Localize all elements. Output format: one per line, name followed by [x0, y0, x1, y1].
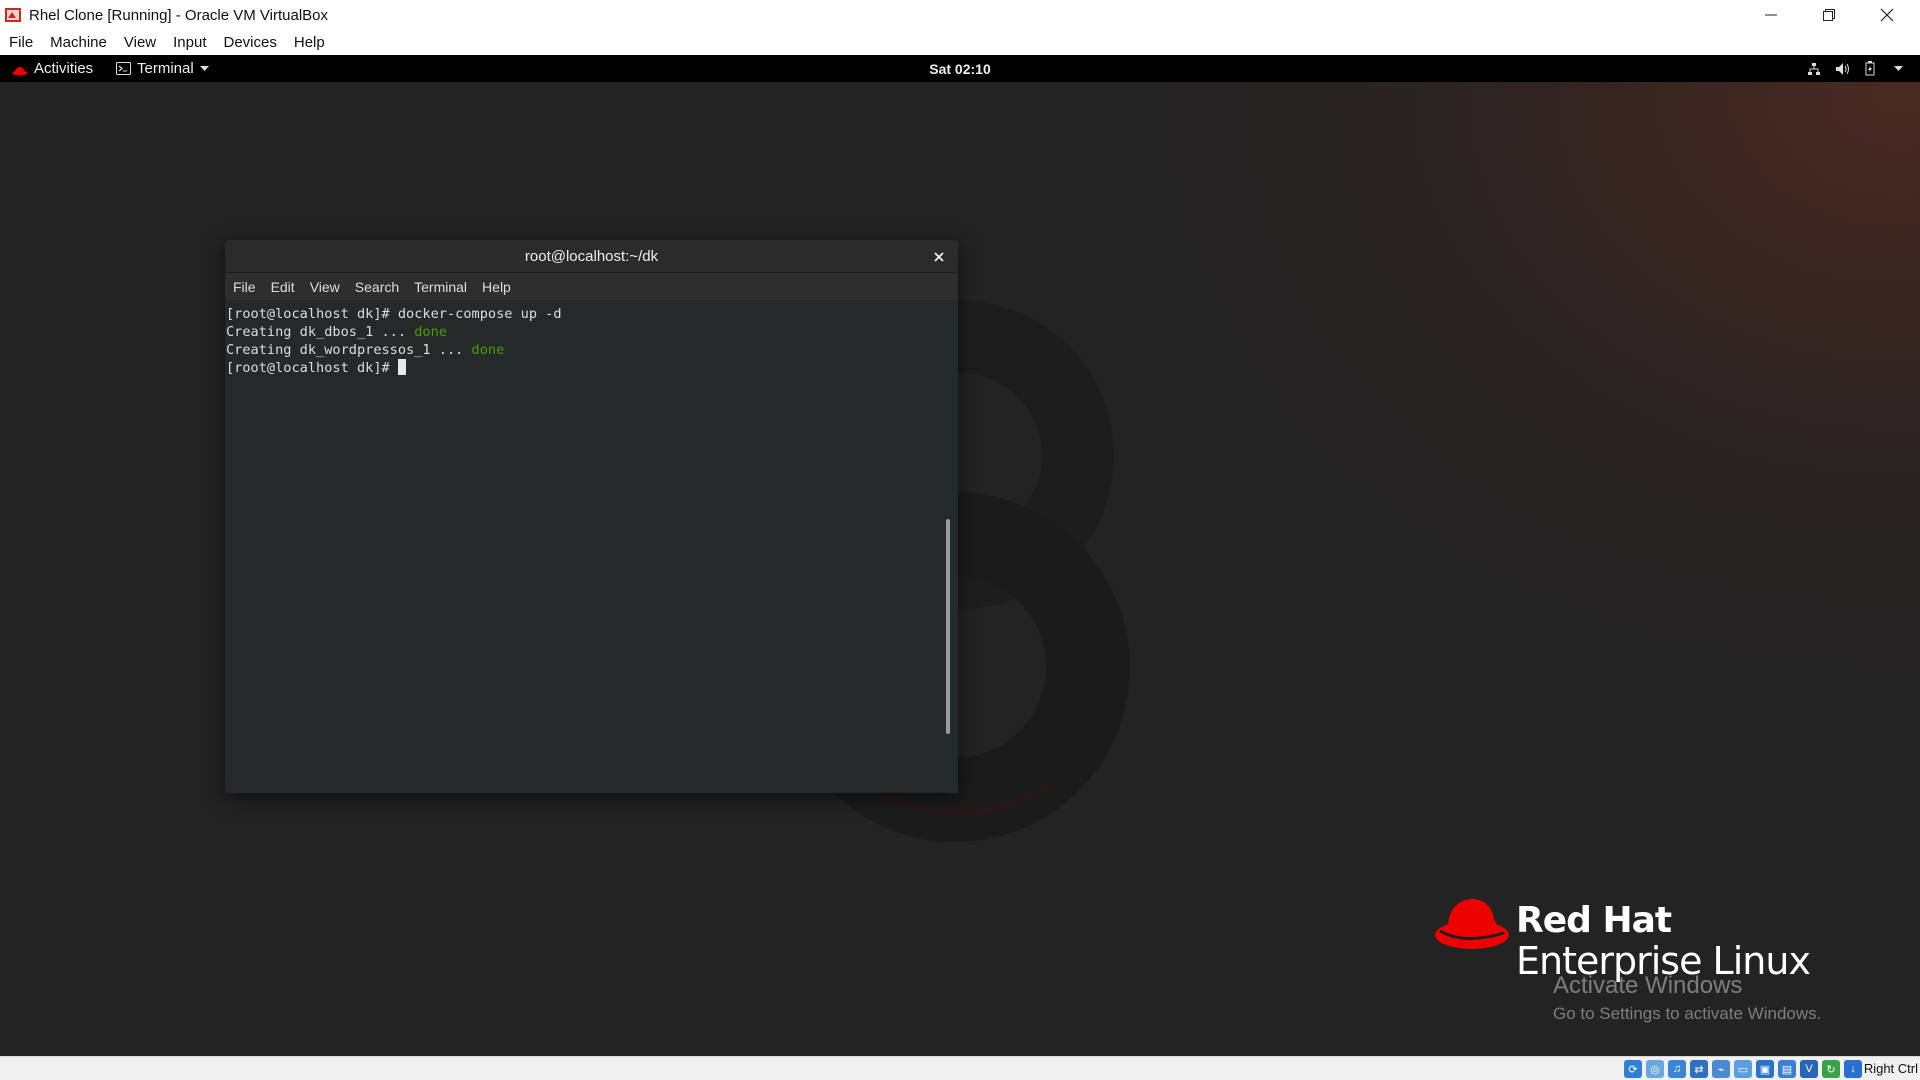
close-icon	[1880, 8, 1894, 22]
scrollbar-thumb[interactable]	[946, 519, 950, 734]
host-menu-devices[interactable]: Devices	[224, 34, 277, 51]
terminal-output[interactable]: [root@localhost dk]# docker-compose up -…	[225, 301, 958, 793]
display-icon[interactable]: ▣	[1756, 1060, 1774, 1078]
chevron-down-icon	[199, 65, 209, 72]
host-statusbar: ⟳ ◎ ♫ ⇄ ⌁ ▭ ▣ ▤ V ↻ ↓ Right Ctrl	[0, 1056, 1920, 1080]
watermark-subtitle: Go to Settings to activate Windows.	[1553, 1004, 1822, 1023]
host-key-label: Right Ctrl	[1863, 1061, 1918, 1076]
terminal-menubar: File Edit View Search Terminal Help	[225, 273, 958, 301]
watermark-title: Activate Windows	[1553, 972, 1743, 999]
network-icon	[1806, 61, 1822, 77]
battery-icon	[1862, 61, 1878, 77]
restore-icon	[1823, 9, 1835, 21]
host-window-title: Rhel Clone [Running] - Oracle VM Virtual…	[29, 6, 329, 24]
close-button[interactable]	[1858, 0, 1916, 30]
terminal-window[interactable]: root@localhost:~/dk File Edit View Searc…	[225, 240, 958, 793]
vt-x-icon[interactable]: V	[1800, 1060, 1818, 1078]
activate-windows-watermark: Activate Windows Go to Settings to activ…	[1553, 972, 1821, 1026]
terminal-small-icon	[116, 62, 131, 75]
terminal-line: [root@localhost dk]# docker-compose up -…	[226, 306, 562, 322]
host-menu-view[interactable]: View	[124, 34, 156, 51]
redhat-hat-icon	[12, 64, 28, 75]
guest-additions-icon[interactable]: ↻	[1822, 1060, 1840, 1078]
gnome-top-bar: Activities Terminal Sat 02:10	[0, 55, 1920, 82]
clock-label[interactable]: Sat 02:10	[929, 61, 990, 77]
host-menu-machine[interactable]: Machine	[50, 34, 107, 51]
terminal-menu-file[interactable]: File	[233, 279, 256, 295]
close-icon	[934, 252, 944, 262]
host-menu-file[interactable]: File	[9, 34, 33, 51]
terminal-menu-help[interactable]: Help	[482, 279, 511, 295]
terminal-line: Creating dk_wordpressos_1 ... done	[226, 342, 505, 358]
minimize-icon	[1765, 14, 1777, 16]
terminal-line: Creating dk_dbos_1 ... done	[226, 324, 447, 340]
usb-icon[interactable]: ⌁	[1712, 1060, 1730, 1078]
optical-drive-icon[interactable]: ◎	[1646, 1060, 1664, 1078]
system-tray[interactable]	[1806, 55, 1906, 82]
terminal-line: [root@localhost dk]#	[226, 359, 958, 377]
terminal-menu-terminal[interactable]: Terminal	[414, 279, 467, 295]
shared-folders-icon[interactable]: ▭	[1734, 1060, 1752, 1078]
minimize-button[interactable]	[1742, 0, 1800, 30]
network-adapter-icon[interactable]: ⇄	[1690, 1060, 1708, 1078]
host-menubar: File Machine View Input Devices Help	[0, 30, 1920, 55]
mouse-integration-icon[interactable]: ↓	[1844, 1060, 1862, 1078]
activities-button[interactable]: Activities	[12, 55, 93, 82]
vm-screen[interactable]: Activities Terminal Sat 02:10 root@local…	[0, 55, 1920, 1056]
clock: Sat 02:10	[0, 55, 1920, 82]
chevron-down-icon	[1890, 61, 1906, 77]
app-menu-label: Terminal	[137, 60, 194, 77]
host-menu-help[interactable]: Help	[294, 34, 325, 51]
host-titlebar: Rhel Clone [Running] - Oracle VM Virtual…	[0, 0, 1920, 30]
restore-button[interactable]	[1800, 0, 1858, 30]
status-done: done	[414, 324, 447, 340]
host-menu-input[interactable]: Input	[173, 34, 206, 51]
redhat-logo-icon	[1435, 899, 1509, 949]
terminal-scrollbar[interactable]	[944, 301, 952, 793]
volume-icon	[1834, 61, 1850, 77]
terminal-menu-search[interactable]: Search	[355, 279, 399, 295]
app-menu-terminal[interactable]: Terminal	[116, 55, 209, 82]
activities-label: Activities	[34, 60, 94, 77]
status-done: done	[471, 342, 505, 358]
brand-name: Red Hat	[1516, 900, 1672, 941]
audio-icon[interactable]: ♫	[1668, 1060, 1686, 1078]
recording-icon[interactable]: ▤	[1778, 1060, 1796, 1078]
virtualbox-app-icon	[4, 6, 22, 24]
terminal-menu-edit[interactable]: Edit	[271, 279, 295, 295]
terminal-menu-view[interactable]: View	[310, 279, 340, 295]
terminal-cursor	[397, 359, 406, 375]
terminal-title: root@localhost:~/dk	[524, 247, 659, 265]
status-icons: ⟳ ◎ ♫ ⇄ ⌁ ▭ ▣ ▤ V ↻ ↓	[1624, 1060, 1862, 1078]
harddisk-icon[interactable]: ⟳	[1624, 1060, 1642, 1078]
redhat-wordmark: Red Hat Enterprise Linux	[1516, 900, 1811, 982]
terminal-header[interactable]: root@localhost:~/dk	[225, 240, 958, 273]
terminal-close-button[interactable]	[928, 246, 950, 268]
